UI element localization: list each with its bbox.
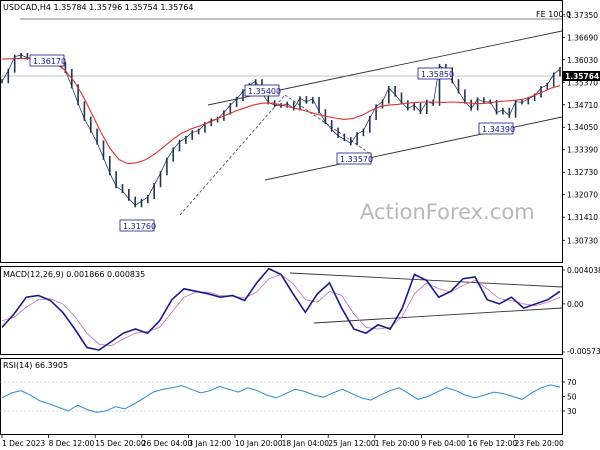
x-tick-label: 23 Feb 20:00	[515, 439, 564, 448]
x-tick-label: 1 Dec 2023	[2, 439, 45, 448]
x-tick-label: 18 Jan 04:00	[282, 439, 330, 448]
x-tick-label: 3 Jan 12:00	[188, 439, 231, 448]
rsi-tick-label: 70	[567, 378, 577, 387]
x-tick-label: 1 Feb 20:00	[375, 439, 420, 448]
rsi-series	[1, 384, 561, 413]
x-tick-label: 26 Dec 04:00	[142, 439, 193, 448]
x-tick-label: 9 Feb 04:00	[421, 439, 466, 448]
price-tick-label: 1.31410	[567, 213, 598, 222]
macd-panel-title: MACD(12,26,9) 0.001866 0.000835	[3, 270, 145, 279]
moving-average-series	[1, 57, 561, 165]
x-tick-label: 10 Jan 20:00	[235, 439, 283, 448]
price-tick-label: 1.34050	[567, 123, 598, 132]
annotation-high-3: 1.35850	[417, 67, 454, 80]
price-tick-label: 1.32730	[567, 168, 598, 177]
price-tick-label: 1.32070	[567, 191, 598, 200]
x-tick-label: 8 Dec 12:00	[49, 439, 95, 448]
macd-line	[1, 267, 561, 351]
svg-text:1.35850: 1.35850	[421, 70, 454, 79]
rsi-y-axis: 70 50 30	[562, 378, 577, 416]
svg-text:1.33570: 1.33570	[340, 155, 373, 164]
channel-lower-line	[264, 116, 563, 181]
svg-text:1.35764: 1.35764	[565, 72, 599, 81]
watermark: ActionForex.com	[360, 200, 535, 224]
price-panel-title: USDCAD,H4 1.35784 1.35796 1.35754 1.3576…	[3, 3, 193, 12]
svg-text:1.34390: 1.34390	[482, 125, 515, 134]
svg-text:1.31760: 1.31760	[123, 222, 156, 231]
annotation-low-1: 1.31760	[119, 219, 156, 232]
x-tick-label: 16 Feb 12:00	[468, 439, 517, 448]
moving-average-line	[1, 57, 561, 165]
price-y-axis: 1.373501.366901.360301.353701.347101.340…	[562, 11, 598, 245]
annotation-high-2: 1.35400	[244, 84, 281, 97]
rsi-tick-label: 50	[567, 393, 577, 402]
fib-label: FE 100.0	[536, 10, 571, 19]
macd-tick-label: -0.005737	[567, 347, 600, 356]
price-tick-label: 1.30730	[567, 236, 598, 245]
price-tick-label: 1.36030	[567, 56, 598, 65]
price-tick-label: 1.33390	[567, 146, 598, 155]
x-tick-label: 15 Dec 20:00	[95, 439, 146, 448]
macd-series	[1, 267, 561, 351]
signal-line	[1, 274, 561, 347]
svg-text:1.36170: 1.36170	[33, 57, 66, 66]
macd-y-axis: 0.004038 0.00 -0.005737	[562, 266, 600, 356]
price-tick-label: 1.36690	[567, 33, 598, 42]
x-tick-label: 25 Jan 12:00	[328, 439, 376, 448]
svg-text:1.35400: 1.35400	[248, 87, 281, 96]
forex-chart[interactable]: ActionForex.com FE 100.0 1.36170 1.35400…	[0, 0, 600, 450]
annotation-low-3: 1.34390	[478, 122, 515, 135]
macd-panel-frame	[0, 266, 563, 355]
rsi-panel-title: RSI(14) 66.3905	[3, 361, 68, 370]
x-axis: 1 Dec 2023 8 Dec 12:00 15 Dec 20:0026 Dec …	[1, 435, 564, 448]
rsi-tick-label: 30	[567, 407, 577, 416]
current-price-tag: 1.35764	[563, 71, 600, 81]
rsi-line	[1, 384, 561, 413]
macd-tick-label: 0.00	[567, 300, 584, 309]
annotation-high-1: 1.36170	[29, 54, 66, 67]
price-tick-label: 1.37350	[567, 11, 598, 20]
annotation-low-2: 1.33570	[336, 152, 373, 165]
macd-tick-label: 0.004038	[567, 266, 600, 275]
price-tick-label: 1.34710	[567, 101, 598, 110]
price-line	[1, 54, 561, 206]
